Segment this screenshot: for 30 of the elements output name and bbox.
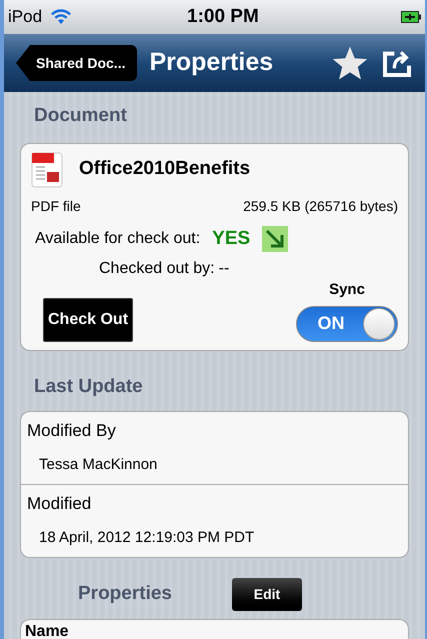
toggle-label: ON	[316, 312, 346, 335]
field-value: Tessa MacKinnon	[39, 454, 158, 474]
availability-label: Available for check out:	[35, 228, 200, 249]
availability-value: YES	[212, 226, 250, 250]
nav-title: Properties	[149, 47, 274, 78]
file-size: 259.5 KB (265716 bytes)	[243, 196, 398, 216]
edit-button[interactable]: Edit	[232, 578, 302, 611]
status-time: 1:00 PM	[187, 4, 259, 29]
sync-toggle[interactable]: ON	[296, 306, 398, 342]
field-label: Name	[25, 622, 70, 639]
toggle-knob	[363, 308, 395, 340]
sync-label: Sync	[329, 280, 365, 300]
section-header: Document	[34, 104, 128, 128]
share-icon[interactable]	[381, 48, 413, 78]
field-label: Modified	[27, 493, 92, 515]
file-name: Office2010Benefits	[79, 157, 250, 182]
battery-icon	[401, 11, 421, 23]
checked-out-value: --	[218, 259, 230, 279]
check-out-button[interactable]: Check Out	[43, 298, 134, 342]
pdf-file-icon	[31, 152, 63, 188]
section-header: Properties	[78, 582, 172, 606]
field-value: 18 April, 2012 12:19:03 PM PDT	[39, 528, 256, 548]
field-label: Modified By	[27, 420, 117, 442]
carrier-label: iPod	[8, 6, 42, 28]
file-type: PDF file	[31, 196, 81, 216]
back-button[interactable]: Shared Doc...	[16, 45, 138, 81]
checked-out-label: Checked out by:	[99, 259, 215, 279]
wifi-icon	[50, 9, 72, 25]
section-header: Last Update	[34, 374, 144, 398]
star-icon[interactable]	[331, 45, 369, 81]
